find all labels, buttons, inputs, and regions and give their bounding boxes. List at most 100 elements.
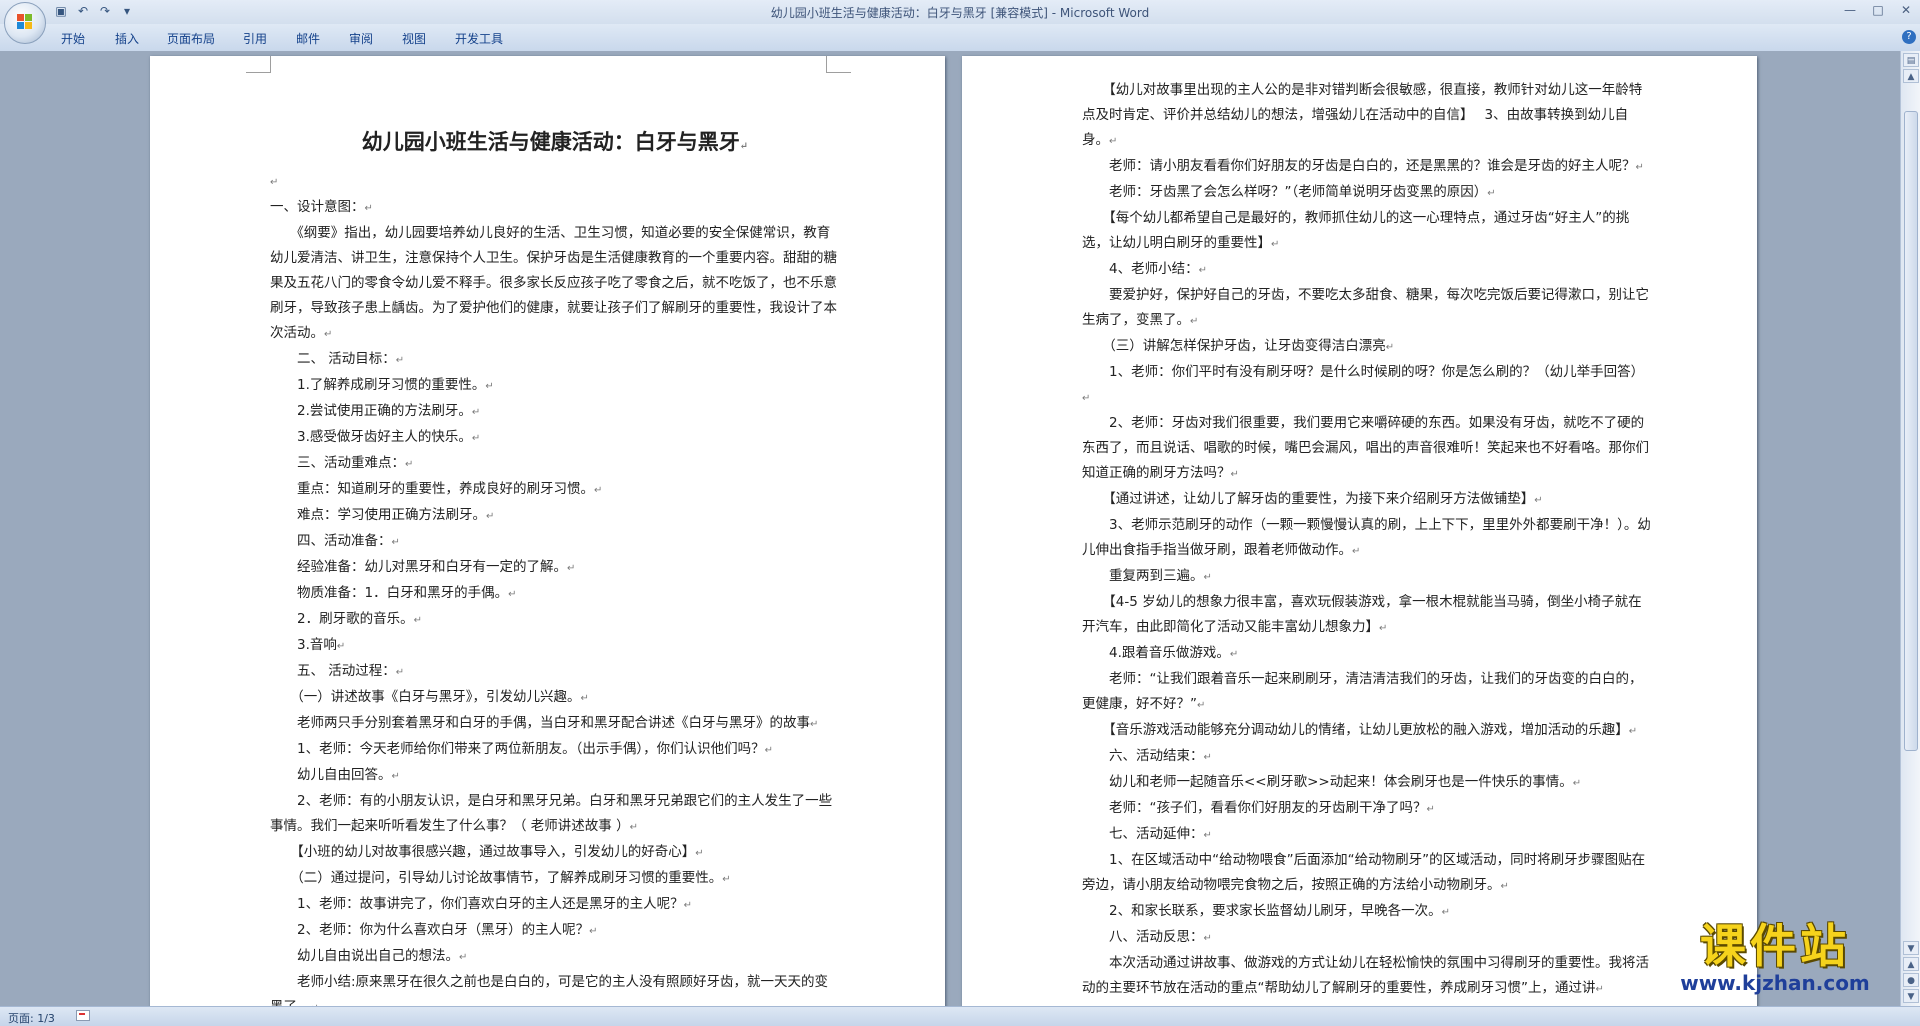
- paragraph[interactable]: 老师两只手分别套着黑牙和白牙的手偶，当白牙和黑牙配合讲述《白牙与黑牙》的故事↵: [270, 711, 840, 737]
- paragraph[interactable]: 2．刷牙歌的音乐。↵: [270, 607, 840, 633]
- paragraph[interactable]: 3.感受做牙齿好主人的快乐。↵: [270, 425, 840, 451]
- paragraph[interactable]: 【每个幼儿都希望自己是最好的，教师抓住幼儿的这一心理特点，通过牙齿“好主人”的挑…: [1082, 206, 1652, 257]
- tab-developer[interactable]: 开发工具: [455, 30, 503, 47]
- paragraph[interactable]: 【音乐游戏活动能够充分调动幼儿的情绪，让幼儿更放松的融入游戏，增加活动的乐趣】↵: [1082, 718, 1652, 744]
- paragraph[interactable]: 难点：学习使用正确方法刷牙。↵: [270, 503, 840, 529]
- paragraph[interactable]: 【4-5 岁幼儿的想象力很丰富，喜欢玩假装游戏，拿一根木棍就能当马骑，倒坐小椅子…: [1082, 590, 1652, 641]
- paragraph-text: （三）讲解怎样保护牙齿，让牙齿变得洁白漂亮: [1082, 338, 1386, 354]
- page-1-text[interactable]: 幼儿园小班生活与健康活动：白牙与黑牙↵ ↵ 一、设计意图：↵ 《纲要》指出，幼儿园…: [270, 124, 840, 1006]
- office-logo-icon: [17, 14, 33, 30]
- ruler-toggle-icon[interactable]: ▤: [1903, 53, 1919, 67]
- tab-home[interactable]: 开始: [61, 30, 85, 47]
- paragraph[interactable]: （一）讲述故事《白牙与黑牙》，引发幼儿兴趣。↵: [270, 685, 840, 711]
- paragraph[interactable]: 2、和家长联系，要求家长监督幼儿刷牙，早晚各一次。↵: [1082, 899, 1652, 925]
- paragraph-text: 老师：请小朋友看看你们好朋友的牙齿是白白的，还是黑黑的？谁会是牙齿的好主人呢？: [1082, 158, 1636, 174]
- paragraph[interactable]: ↵: [270, 169, 840, 195]
- paragraph-mark-icon: ↵: [391, 537, 400, 548]
- tab-page-layout[interactable]: 页面布局: [167, 30, 215, 47]
- paragraph[interactable]: 六、活动结束：↵: [1082, 744, 1652, 770]
- paragraph[interactable]: 2、老师：你为什么喜欢白牙（黑牙）的主人呢？↵: [270, 918, 840, 944]
- paragraph-text: 七、活动延伸：: [1082, 826, 1204, 842]
- paragraph[interactable]: 四、活动准备：↵: [270, 529, 840, 555]
- paragraph[interactable]: 4.跟着音乐做游戏。↵: [1082, 641, 1652, 667]
- office-button[interactable]: [4, 2, 46, 44]
- paragraph[interactable]: 二、 活动目标：↵: [270, 347, 840, 373]
- document-page-2[interactable]: 【幼儿对故事里出现的主人公的是非对错判断会很敏感，很直接，教师针对幼儿这一年龄特…: [962, 56, 1757, 1006]
- paragraph[interactable]: 幼儿自由回答。↵: [270, 763, 840, 789]
- paragraph[interactable]: 4、老师小结：↵: [1082, 257, 1652, 283]
- paragraph[interactable]: 2、老师：牙齿对我们很重要，我们要用它来嚼碎硬的东西。如果没有牙齿，就吃不了硬的…: [1082, 411, 1652, 487]
- paragraph[interactable]: 三、活动重难点：↵: [270, 451, 840, 477]
- paragraph[interactable]: 一、设计意图：↵: [270, 195, 840, 221]
- paragraph[interactable]: 1.了解养成刷牙习惯的重要性。↵: [270, 373, 840, 399]
- paragraph-mark-icon: ↵: [1082, 393, 1091, 404]
- paragraph[interactable]: 五、 活动过程：↵: [270, 659, 840, 685]
- page-2-text[interactable]: 【幼儿对故事里出现的主人公的是非对错判断会很敏感，很直接，教师针对幼儿这一年龄特…: [1082, 78, 1652, 1002]
- paragraph-mark-icon: ↵: [683, 900, 692, 911]
- scroll-up-icon[interactable]: ▲: [1903, 69, 1919, 83]
- tab-insert[interactable]: 插入: [115, 30, 139, 47]
- close-icon[interactable]: ✕: [1892, 0, 1920, 20]
- paragraph-text: 一、设计意图：: [270, 199, 365, 215]
- document-title: 幼儿园小班生活与健康活动：白牙与黑牙↵: [361, 129, 749, 154]
- page-count[interactable]: 页面: 1/3: [8, 1010, 55, 1026]
- help-icon[interactable]: ?: [1902, 30, 1916, 44]
- minimize-icon[interactable]: —: [1836, 0, 1864, 20]
- paragraph-text: 1.了解养成刷牙习惯的重要性。: [270, 377, 486, 393]
- paragraph-mark-icon: ↵: [764, 745, 773, 756]
- paragraph[interactable]: 老师：“孩子们，看看你们好朋友的牙齿刷干净了吗？↵: [1082, 796, 1652, 822]
- paragraph[interactable]: 1、老师：故事讲完了，你们喜欢白牙的主人还是黑牙的主人呢？↵: [270, 892, 840, 918]
- paragraph-mark-icon: ↵: [270, 177, 279, 188]
- paragraph[interactable]: 八、活动反思：↵: [1082, 925, 1652, 951]
- paragraph-mark-icon: ↵: [1572, 778, 1582, 789]
- paragraph[interactable]: 【幼儿对故事里出现的主人公的是非对错判断会很敏感，很直接，教师针对幼儿这一年龄特…: [1082, 78, 1652, 154]
- next-page-icon[interactable]: ▼: [1903, 989, 1919, 1003]
- proofing-icon[interactable]: [76, 1010, 90, 1021]
- paragraph[interactable]: 本次活动通过讲故事、做游戏的方式让幼儿在轻松愉快的氛围中习得刷牙的重要性。我将活…: [1082, 951, 1652, 1002]
- previous-page-icon[interactable]: ▲: [1903, 957, 1919, 971]
- paragraph[interactable]: 幼儿和老师一起随音乐<<刷牙歌>>动起来！体会刷牙也是一件快乐的事情。↵: [1082, 770, 1652, 796]
- paragraph[interactable]: 【小班的幼儿对故事很感兴趣，通过故事导入，引发幼儿的好奇心】↵: [270, 840, 840, 866]
- paragraph-text: 重点：知道刷牙的重要性，养成良好的刷牙习惯。: [270, 481, 594, 497]
- paragraph[interactable]: 1、老师：今天老师给你们带来了两位新朋友。（出示手偶），你们认识他们吗？↵: [270, 737, 840, 763]
- paragraph-text: 物质准备：1．白牙和黑牙的手偶。: [270, 585, 509, 601]
- vertical-scrollbar[interactable]: ▤ ▲ ▼ ▲ ● ▼: [1900, 51, 1920, 1006]
- paragraph[interactable]: 重点：知道刷牙的重要性，养成良好的刷牙习惯。↵: [270, 477, 840, 503]
- paragraph-text: 2．刷牙歌的音乐。: [270, 611, 414, 627]
- paragraph-text: 2、和家长联系，要求家长监督幼儿刷牙，早晚各一次。: [1082, 903, 1442, 919]
- paragraph-mark-icon: ↵: [364, 203, 373, 214]
- ribbon-tab-bar: 开始 插入 页面布局 引用 邮件 审阅 视图 开发工具 ?: [0, 24, 1920, 52]
- paragraph[interactable]: 重复两到三遍。↵: [1082, 564, 1652, 590]
- maximize-icon[interactable]: □: [1864, 0, 1892, 20]
- scroll-down-icon[interactable]: ▼: [1903, 941, 1919, 955]
- paragraph[interactable]: 老师：请小朋友看看你们好朋友的牙齿是白白的，还是黑黑的？谁会是牙齿的好主人呢？↵: [1082, 154, 1652, 180]
- paragraph[interactable]: 【通过讲述，让幼儿了解牙齿的重要性，为接下来介绍刷牙方法做铺垫】↵: [1082, 487, 1652, 513]
- document-page-1[interactable]: 幼儿园小班生活与健康活动：白牙与黑牙↵ ↵ 一、设计意图：↵ 《纲要》指出，幼儿园…: [150, 56, 945, 1006]
- paragraph[interactable]: 经验准备：幼儿对黑牙和白牙有一定的了解。↵: [270, 555, 840, 581]
- paragraph[interactable]: 《纲要》指出，幼儿园要培养幼儿良好的生活、卫生习惯，知道必要的安全保健常识，教育…: [270, 221, 840, 347]
- paragraph-mark-icon: ↵: [391, 771, 400, 782]
- paragraph[interactable]: 幼儿自由说出自己的想法。↵: [270, 944, 840, 970]
- paragraph[interactable]: 老师小结:原来黑牙在很久之前也是白白的，可是它的主人没有照顾好牙齿，就一天天的变…: [270, 970, 840, 1006]
- paragraph[interactable]: 七、活动延伸：↵: [1082, 822, 1652, 848]
- tab-references[interactable]: 引用: [243, 30, 267, 47]
- paragraph[interactable]: 要爱护好，保护好自己的牙齿，不要吃太多甜食、糖果，每次吃完饭后要记得漱口，别让它…: [1082, 283, 1652, 334]
- tab-view[interactable]: 视图: [402, 30, 426, 47]
- paragraph[interactable]: （三）讲解怎样保护牙齿，让牙齿变得洁白漂亮↵: [1082, 334, 1652, 360]
- paragraph-text: 幼儿和老师一起随音乐<<刷牙歌>>动起来！体会刷牙也是一件快乐的事情。: [1082, 774, 1573, 790]
- paragraph[interactable]: 2、老师：有的小朋友认识，是白牙和黑牙兄弟。白牙和黑牙兄弟跟它们的主人发生了一些…: [270, 789, 840, 840]
- paragraph[interactable]: 2.尝试使用正确的方法刷牙。↵: [270, 399, 840, 425]
- paragraph[interactable]: 老师：“让我们跟着音乐一起来刷刷牙，清洁清洁我们的牙齿，让我们的牙齿变的白白的，…: [1082, 667, 1652, 718]
- browse-object-icon[interactable]: ●: [1903, 973, 1919, 987]
- paragraph[interactable]: 1、在区域活动中“给动物喂食”后面添加“给动物刷牙”的区域活动，同时将刷牙步骤图…: [1082, 848, 1652, 899]
- tab-review[interactable]: 审阅: [349, 30, 373, 47]
- paragraph-text: 【幼儿对故事里出现的主人公的是非对错判断会很敏感，很直接，教师针对幼儿这一年龄特…: [1082, 82, 1643, 148]
- paragraph[interactable]: 3、老师示范刷牙的动作（一颗一颗慢慢认真的刷，上上下下，里里外外都要刷干净！）。…: [1082, 513, 1652, 564]
- paragraph[interactable]: 物质准备：1．白牙和黑牙的手偶。↵: [270, 581, 840, 607]
- tab-mailings[interactable]: 邮件: [296, 30, 320, 47]
- scrollbar-thumb[interactable]: [1904, 111, 1918, 751]
- paragraph[interactable]: （二）通过提问，引导幼儿讨论故事情节，了解养成刷牙习惯的重要性。↵: [270, 866, 840, 892]
- paragraph[interactable]: 老师：牙齿黑了会怎么样呀？”（老师简单说明牙齿变黑的原因）↵: [1082, 180, 1652, 206]
- paragraph[interactable]: 3.音响↵: [270, 633, 840, 659]
- paragraph[interactable]: 1、老师：你们平时有没有刷牙呀？是什么时候刷的呀？你是怎么刷的？（幼儿举手回答）…: [1082, 360, 1652, 411]
